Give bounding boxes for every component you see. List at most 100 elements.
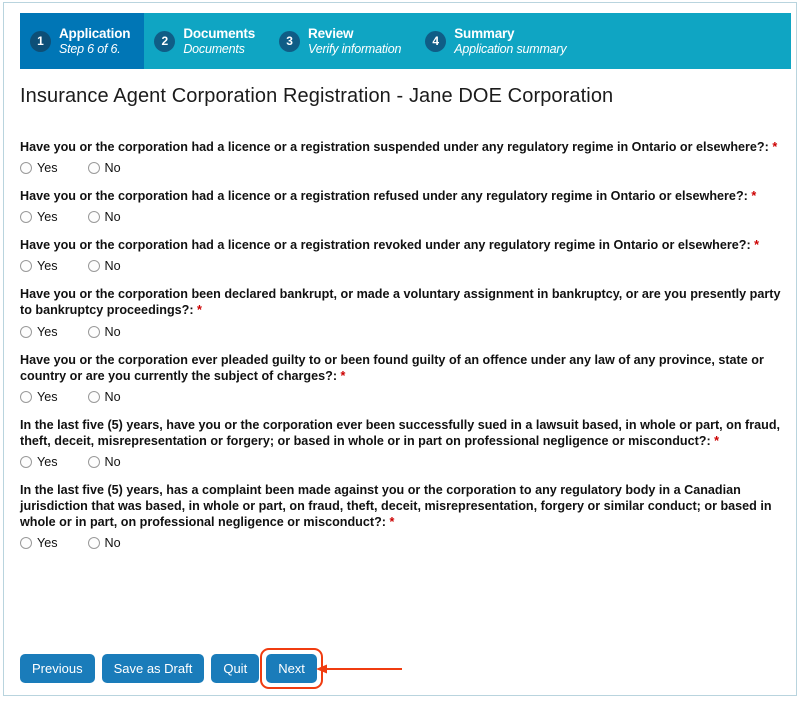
question-block: Have you or the corporation had a licenc… (20, 237, 790, 273)
radio-group: Yes No (20, 161, 790, 175)
radio-option-label: No (104, 161, 121, 176)
step-number-badge: 4 (425, 30, 447, 52)
page-title: Insurance Agent Corporation Registration… (20, 85, 614, 107)
stepper-item-review[interactable]: 3 Review Verify information (269, 13, 415, 69)
radio-button-icon[interactable] (87, 260, 100, 273)
question-label: Have you or the corporation been declare… (20, 287, 781, 318)
question-label: Have you or the corporation had a licenc… (20, 238, 751, 253)
radio-group: Yes No (20, 210, 790, 224)
radio-button-icon[interactable] (87, 455, 100, 468)
question-text: Have you or the corporation had a licenc… (20, 139, 784, 155)
question-text: Have you or the corporation ever pleaded… (20, 352, 784, 384)
next-button-wrapper: Next (260, 648, 323, 689)
step-text: Application Step 6 of 6. (59, 26, 131, 56)
step-text: Review Verify information (308, 26, 401, 55)
step-title: Documents (183, 26, 256, 42)
radio-option-label: Yes (37, 161, 58, 176)
question-text: Have you or the corporation had a licenc… (20, 237, 784, 253)
question-block: In the last five (5) years, has a compla… (20, 482, 790, 550)
step-subtitle: Application summary (454, 41, 567, 56)
radio-option-label: No (104, 210, 121, 225)
radio-option-yes[interactable]: Yes (20, 259, 58, 273)
question-text: In the last five (5) years, have you or … (20, 417, 784, 449)
step-number-badge: 3 (279, 30, 301, 52)
question-block: Have you or the corporation had a licenc… (20, 188, 790, 224)
radio-group: Yes No (20, 536, 790, 550)
radio-option-no[interactable]: No (87, 324, 121, 339)
save-as-draft-button[interactable]: Save as Draft (101, 654, 205, 683)
question-text: Have you or the corporation had a licenc… (20, 188, 784, 204)
radio-option-no[interactable]: No (87, 161, 121, 176)
page-root: 1 Application Step 6 of 6. 2 Documents Docume… (0, 0, 800, 701)
step-subtitle: Verify information (308, 41, 402, 56)
next-button[interactable]: Next (266, 654, 317, 683)
radio-button-icon[interactable] (87, 537, 100, 550)
required-asterisk: * (754, 238, 760, 253)
stepper-item-documents[interactable]: 2 Documents Documents (144, 13, 269, 69)
question-label: Have you or the corporation had a licenc… (20, 140, 769, 154)
radio-button-icon[interactable] (87, 211, 100, 224)
required-asterisk: * (340, 368, 346, 383)
question-block: Have you or the corporation had a licenc… (20, 139, 790, 175)
radio-option-yes[interactable]: Yes (20, 536, 58, 550)
radio-button-icon[interactable] (87, 162, 100, 175)
radio-option-no[interactable]: No (87, 536, 121, 551)
radio-option-no[interactable]: No (87, 210, 121, 225)
step-number-badge: 1 (30, 30, 51, 52)
stepper-item-summary[interactable]: 4 Summary Application summary (415, 13, 580, 69)
radio-option-label: No (104, 389, 121, 404)
required-asterisk: * (772, 140, 778, 154)
question-text: In the last five (5) years, has a compla… (20, 482, 784, 530)
step-text: Documents Documents (183, 26, 255, 55)
radio-button-icon[interactable] (20, 162, 32, 175)
radio-option-label: No (104, 536, 121, 551)
radio-option-label: No (104, 454, 121, 469)
radio-option-yes[interactable]: Yes (20, 161, 58, 175)
radio-button-icon[interactable] (20, 390, 32, 403)
page-frame: 1 Application Step 6 of 6. 2 Documents Docume… (3, 2, 797, 696)
radio-option-label: Yes (37, 259, 58, 274)
radio-option-no[interactable]: No (87, 389, 121, 404)
radio-group: Yes No (20, 325, 790, 339)
radio-option-label: Yes (37, 210, 58, 225)
radio-option-yes[interactable]: Yes (20, 390, 58, 404)
question-block: Have you or the corporation been declare… (20, 286, 790, 339)
stepper-item-application[interactable]: 1 Application Step 6 of 6. (20, 13, 145, 69)
question-label: In the last five (5) years, has a compla… (20, 482, 772, 530)
radio-button-icon[interactable] (87, 390, 100, 403)
radio-button-icon[interactable] (20, 260, 32, 273)
radio-option-label: No (104, 259, 121, 274)
annotation-arrow-icon (316, 662, 402, 674)
radio-option-yes[interactable]: Yes (20, 455, 58, 469)
question-label: Have you or the corporation had a licenc… (20, 189, 748, 204)
radio-option-no[interactable]: No (87, 259, 121, 274)
radio-option-label: Yes (37, 324, 58, 339)
radio-button-icon[interactable] (20, 455, 32, 468)
radio-option-yes[interactable]: Yes (20, 210, 58, 224)
radio-button-icon[interactable] (20, 211, 32, 224)
radio-option-label: No (104, 324, 121, 339)
required-asterisk: * (389, 515, 395, 530)
required-asterisk: * (751, 189, 757, 204)
radio-option-label: Yes (37, 454, 58, 469)
question-label: In the last five (5) years, have you or … (20, 417, 781, 448)
radio-option-no[interactable]: No (87, 454, 121, 469)
radio-group: Yes No (20, 259, 790, 273)
radio-option-yes[interactable]: Yes (20, 325, 58, 339)
progress-stepper: 1 Application Step 6 of 6. 2 Documents Docume… (20, 13, 791, 69)
previous-button[interactable]: Previous (20, 654, 95, 683)
step-title: Application (59, 26, 131, 42)
form-action-buttons: Previous Save as Draft Quit Next (20, 648, 323, 689)
step-title: Review (308, 26, 354, 42)
quit-button[interactable]: Quit (211, 654, 260, 683)
question-block: Have you or the corporation ever pleaded… (20, 352, 790, 404)
step-number-badge: 2 (154, 30, 176, 52)
questions-list: Have you or the corporation had a licenc… (20, 139, 790, 563)
radio-button-icon[interactable] (87, 325, 100, 338)
radio-group: Yes No (20, 390, 790, 404)
radio-button-icon[interactable] (20, 325, 32, 338)
step-subtitle: Step 6 of 6. (59, 41, 121, 56)
question-label: Have you or the corporation ever pleaded… (20, 352, 764, 383)
question-text: Have you or the corporation been declare… (20, 286, 784, 318)
radio-button-icon[interactable] (20, 537, 32, 550)
